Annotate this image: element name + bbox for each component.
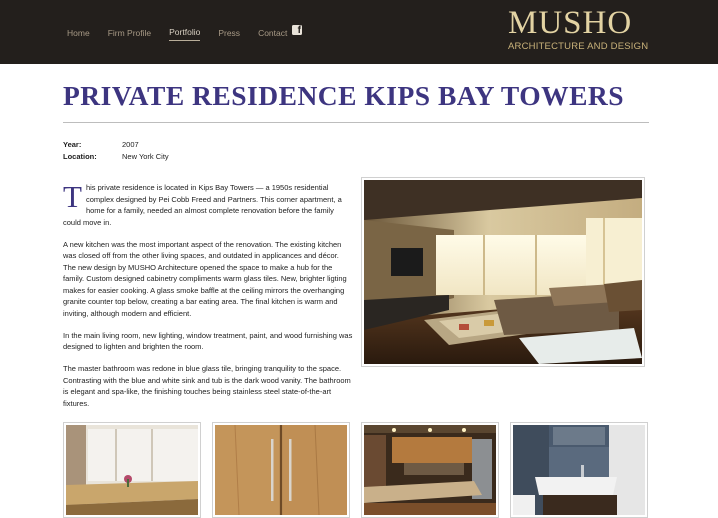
paragraph-living-room: In the main living room, new lighting, w… <box>63 330 353 352</box>
logo-tagline: ARCHITECTURE AND DESIGN <box>508 41 649 52</box>
year-value: 2007 <box>122 140 139 149</box>
living-room-image <box>364 180 642 364</box>
meta-location-row: Location: New York City <box>63 151 169 163</box>
thumbnail-cabinetry-image <box>215 425 347 515</box>
thumbnail-bathroom-image <box>513 425 645 515</box>
drop-cap: T <box>63 179 82 214</box>
location-value: New York City <box>122 151 169 161</box>
main-photo-living-room[interactable] <box>361 177 645 367</box>
title-divider <box>63 122 649 123</box>
page-title: PRIVATE RESIDENCE KIPS BAY TOWERS <box>63 80 625 111</box>
site-header: Home Firm Profile Portfolio Press Contac… <box>0 0 718 64</box>
nav-portfolio[interactable]: Portfolio <box>169 27 201 41</box>
thumbnail-window-seat[interactable] <box>63 422 201 518</box>
project-description: This private residence is located in Kip… <box>63 179 353 420</box>
site-logo[interactable]: MUSHO ARCHITECTURE AND DESIGN <box>508 6 648 52</box>
paragraph-bathroom: The master bathroom was redone in blue g… <box>63 364 351 408</box>
thumbnail-kitchen-image <box>364 425 496 515</box>
thumbnail-window-seat-image <box>66 425 198 515</box>
location-label: Location: <box>63 151 97 161</box>
paragraph-intro: This private residence is located in Kip… <box>63 179 353 228</box>
logo-name: MUSHO <box>508 5 633 41</box>
thumbnail-cabinetry[interactable] <box>212 422 350 518</box>
paragraph-kitchen: A new kitchen was the most important asp… <box>63 239 347 318</box>
project-meta: Year: 2007 Location: New York City <box>63 139 169 162</box>
nav-firm-profile[interactable]: Firm Profile <box>108 28 151 41</box>
meta-year-row: Year: 2007 <box>63 139 169 151</box>
facebook-icon[interactable]: f <box>292 25 302 36</box>
nav-contact[interactable]: Contact <box>258 28 287 41</box>
thumbnail-kitchen[interactable] <box>361 422 499 518</box>
nav-home[interactable]: Home <box>67 28 90 41</box>
main-nav: Home Firm Profile Portfolio Press Contac… <box>67 27 305 41</box>
year-label: Year: <box>63 140 82 149</box>
nav-press[interactable]: Press <box>218 28 240 41</box>
paragraph-intro-text: his private residence is located in Kips… <box>63 183 342 227</box>
thumbnail-bathroom[interactable] <box>510 422 648 518</box>
